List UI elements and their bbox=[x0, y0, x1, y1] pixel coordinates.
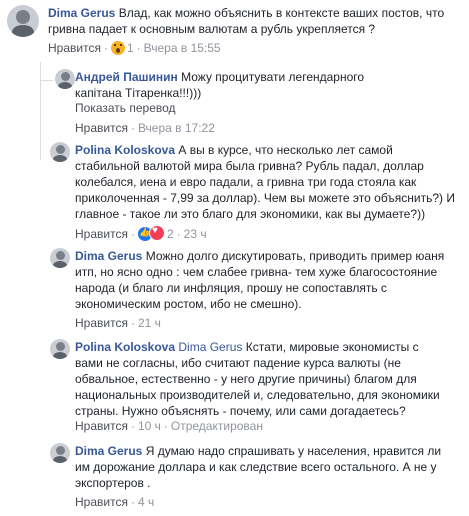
like-button[interactable]: Нравится bbox=[75, 419, 128, 433]
comment-time[interactable]: 21 ч bbox=[138, 316, 161, 330]
like-button[interactable]: Нравится bbox=[75, 316, 128, 330]
avatar[interactable] bbox=[50, 339, 70, 359]
comment-actions: Нравится·2·23 ч bbox=[75, 225, 207, 241]
comment-body: Polina Koloskova А вы в курсе, что неско… bbox=[75, 142, 460, 222]
comment-author[interactable]: Dima Gerus bbox=[75, 249, 142, 263]
show-translation-link[interactable]: Показать перевод bbox=[75, 101, 176, 115]
comment-body: Polina Koloskova Dima Gerus Кстати, миро… bbox=[75, 339, 445, 419]
comment-body: Dima Gerus Влад, как можно объяснить в к… bbox=[48, 5, 448, 37]
comment-actions: Нравится · 21 ч bbox=[75, 316, 161, 330]
comment-time[interactable]: 23 ч bbox=[184, 227, 207, 241]
avatar[interactable] bbox=[50, 443, 70, 463]
avatar[interactable] bbox=[50, 142, 70, 162]
comment-author[interactable]: Polina Koloskova bbox=[75, 340, 175, 354]
avatar[interactable] bbox=[55, 69, 75, 89]
comment-actions: Нравится · 4 ч bbox=[75, 495, 155, 509]
edited-label[interactable]: Отредактирован bbox=[171, 419, 263, 433]
comment-actions: Нравится · Вчера в 17:22 bbox=[75, 121, 215, 135]
reply-comment: Dima Gerus Я думаю надо спрашивать у нас… bbox=[0, 438, 469, 516]
reply-comment: Polina Koloskova Dima Gerus Кстати, миро… bbox=[0, 334, 469, 438]
like-button[interactable]: Нравится bbox=[48, 41, 101, 55]
like-button[interactable]: Нравится bbox=[75, 121, 128, 135]
comment-author[interactable]: Андрей Пашинин bbox=[75, 70, 178, 84]
like-button[interactable]: Нравится bbox=[75, 495, 128, 509]
reply-comment: Андрей Пашинин Можу процитувати легендар… bbox=[0, 64, 469, 140]
comment-body: Андрей Пашинин Можу процитувати легендар… bbox=[75, 69, 405, 101]
wow-icon[interactable] bbox=[110, 41, 125, 55]
comment-author[interactable]: Polina Koloskova bbox=[75, 143, 175, 157]
comment-body: Dima Gerus Я думаю надо спрашивать у нас… bbox=[75, 443, 445, 491]
reply-comment: Polina Koloskova А вы в курсе, что неско… bbox=[0, 137, 469, 245]
comment-time[interactable]: Вчера в 15:55 bbox=[144, 41, 221, 55]
comment-actions: Нравится · 1 · Вчера в 15:55 bbox=[48, 41, 221, 55]
like-button[interactable]: Нравится bbox=[75, 227, 128, 241]
comment-body: Dima Gerus Можно долго дискутировать, пр… bbox=[75, 248, 445, 312]
avatar[interactable] bbox=[50, 248, 70, 268]
comment-author[interactable]: Dima Gerus bbox=[48, 6, 115, 20]
reply-comment: Dima Gerus Можно долго дискутировать, пр… bbox=[0, 243, 469, 335]
comment-time[interactable]: 10 ч bbox=[138, 419, 161, 433]
avatar[interactable] bbox=[7, 5, 39, 37]
heart-icon[interactable] bbox=[148, 225, 165, 241]
reactions-count[interactable]: 1 bbox=[127, 41, 134, 55]
reactions-count[interactable]: 2 bbox=[167, 227, 174, 241]
comment: Dima Gerus Влад, как можно объяснить в к… bbox=[0, 0, 469, 60]
comment-author[interactable]: Dima Gerus bbox=[75, 444, 142, 458]
comment-actions: Нравится · 10 ч · Отредактирован bbox=[75, 419, 263, 433]
comment-time[interactable]: 4 ч bbox=[138, 495, 154, 509]
mention-link[interactable]: Dima Gerus bbox=[178, 340, 242, 354]
comment-time[interactable]: Вчера в 17:22 bbox=[138, 121, 215, 135]
